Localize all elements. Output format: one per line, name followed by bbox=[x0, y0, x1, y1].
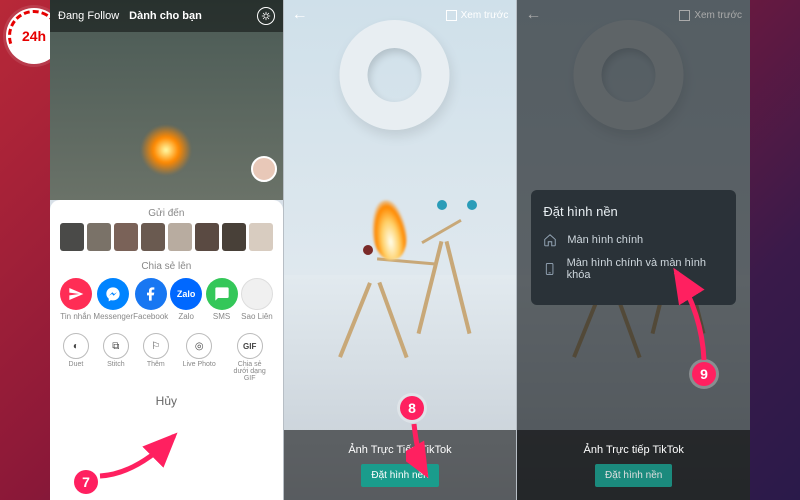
action-add[interactable]: ⚐ Thêm bbox=[143, 333, 169, 382]
cancel-button[interactable]: Hủy bbox=[56, 394, 277, 408]
share-messenger[interactable]: Messenger bbox=[93, 278, 133, 321]
phone-icon bbox=[543, 262, 556, 276]
action-livephoto[interactable]: ◎ Live Photo bbox=[183, 333, 216, 382]
action-duet[interactable]: ◐ Duet bbox=[63, 333, 89, 382]
tab-foryou[interactable]: Dành cho bạn bbox=[129, 10, 202, 22]
phone-2: ← Xem trước Ảnh Trực Tiếp TikTok Đặt hìn… bbox=[283, 0, 517, 500]
step-7-badge: 7 bbox=[74, 470, 98, 494]
stitch-icon: ⧉ bbox=[103, 333, 129, 359]
flame bbox=[368, 198, 410, 262]
contact-2[interactable] bbox=[87, 223, 111, 251]
contact-6[interactable] bbox=[195, 223, 219, 251]
share-target-row: Tin nhắn Messenger Facebook Zalo Zalo SM… bbox=[56, 278, 277, 321]
share-to-label: Chia sẻ lên bbox=[56, 261, 277, 272]
set-wallpaper-button[interactable]: Đặt hình nền bbox=[595, 464, 672, 487]
logo-text: 24h bbox=[22, 28, 46, 44]
share-tinnhan[interactable]: Tin nhắn bbox=[58, 278, 93, 321]
set-wallpaper-bar-dim: Ảnh Trực tiếp TikTok Đặt hình nền bbox=[517, 430, 750, 500]
popup-title: Đặt hình nền bbox=[543, 204, 724, 219]
action-stitch[interactable]: ⧉ Stitch bbox=[103, 333, 129, 382]
checkbox-icon bbox=[679, 10, 690, 21]
wallpaper-preview bbox=[284, 0, 517, 500]
share-facebook[interactable]: Facebook bbox=[133, 278, 168, 321]
contact-swatches bbox=[56, 223, 277, 251]
contact-3[interactable] bbox=[114, 223, 138, 251]
action-gif[interactable]: GIF Chia sẻ dưới dạng GIF bbox=[230, 333, 270, 382]
contact-8[interactable] bbox=[249, 223, 273, 251]
livephoto-icon: ◎ bbox=[186, 333, 212, 359]
preview-checkbox[interactable]: Xem trước bbox=[446, 10, 509, 21]
share-sms[interactable]: SMS bbox=[204, 278, 239, 321]
step-9-badge: 9 bbox=[692, 362, 716, 386]
bookmark-icon: ⚐ bbox=[143, 333, 169, 359]
covid-icon[interactable] bbox=[257, 7, 275, 25]
arrow-8 bbox=[406, 420, 456, 480]
contact-5[interactable] bbox=[168, 223, 192, 251]
action-row: ◐ Duet ⧉ Stitch ⚐ Thêm ◎ Live Photo GIF bbox=[56, 333, 277, 382]
back-button[interactable]: ← bbox=[292, 6, 308, 24]
tab-following[interactable]: Đang Follow bbox=[58, 10, 119, 22]
arrow-7 bbox=[96, 424, 186, 484]
preview-topbar-dim: ← Xem trước bbox=[517, 0, 750, 30]
set-wallpaper-bar: Ảnh Trực Tiếp TikTok Đặt hình nền bbox=[284, 430, 517, 500]
option-home[interactable]: Màn hình chính bbox=[543, 233, 724, 247]
duet-icon: ◐ bbox=[63, 333, 89, 359]
gif-icon: GIF bbox=[237, 333, 263, 359]
preview-checkbox-dim: Xem trước bbox=[679, 10, 742, 21]
share-zalo[interactable]: Zalo Zalo bbox=[168, 278, 203, 321]
contact-1[interactable] bbox=[60, 223, 84, 251]
contact-7[interactable] bbox=[222, 223, 246, 251]
arrow-9 bbox=[664, 264, 724, 364]
preview-topbar: ← Xem trước bbox=[284, 0, 517, 30]
spark-glow bbox=[136, 120, 196, 180]
share-more[interactable]: Sao Liên bbox=[239, 278, 274, 321]
home-icon bbox=[543, 233, 557, 247]
checkbox-icon bbox=[446, 10, 457, 21]
back-button[interactable]: ← bbox=[525, 6, 541, 24]
avatar[interactable] bbox=[251, 156, 277, 182]
feed-top-bar: Đang Follow Dành cho bạn bbox=[50, 0, 283, 32]
caption: Ảnh Trực tiếp TikTok bbox=[584, 444, 684, 456]
send-to-label: Gửi đến bbox=[56, 208, 277, 219]
step-8-badge: 8 bbox=[400, 396, 424, 420]
phone-3: ← Xem trước Ảnh Trực tiếp TikTok Đặt hìn… bbox=[516, 0, 750, 500]
contact-4[interactable] bbox=[141, 223, 165, 251]
